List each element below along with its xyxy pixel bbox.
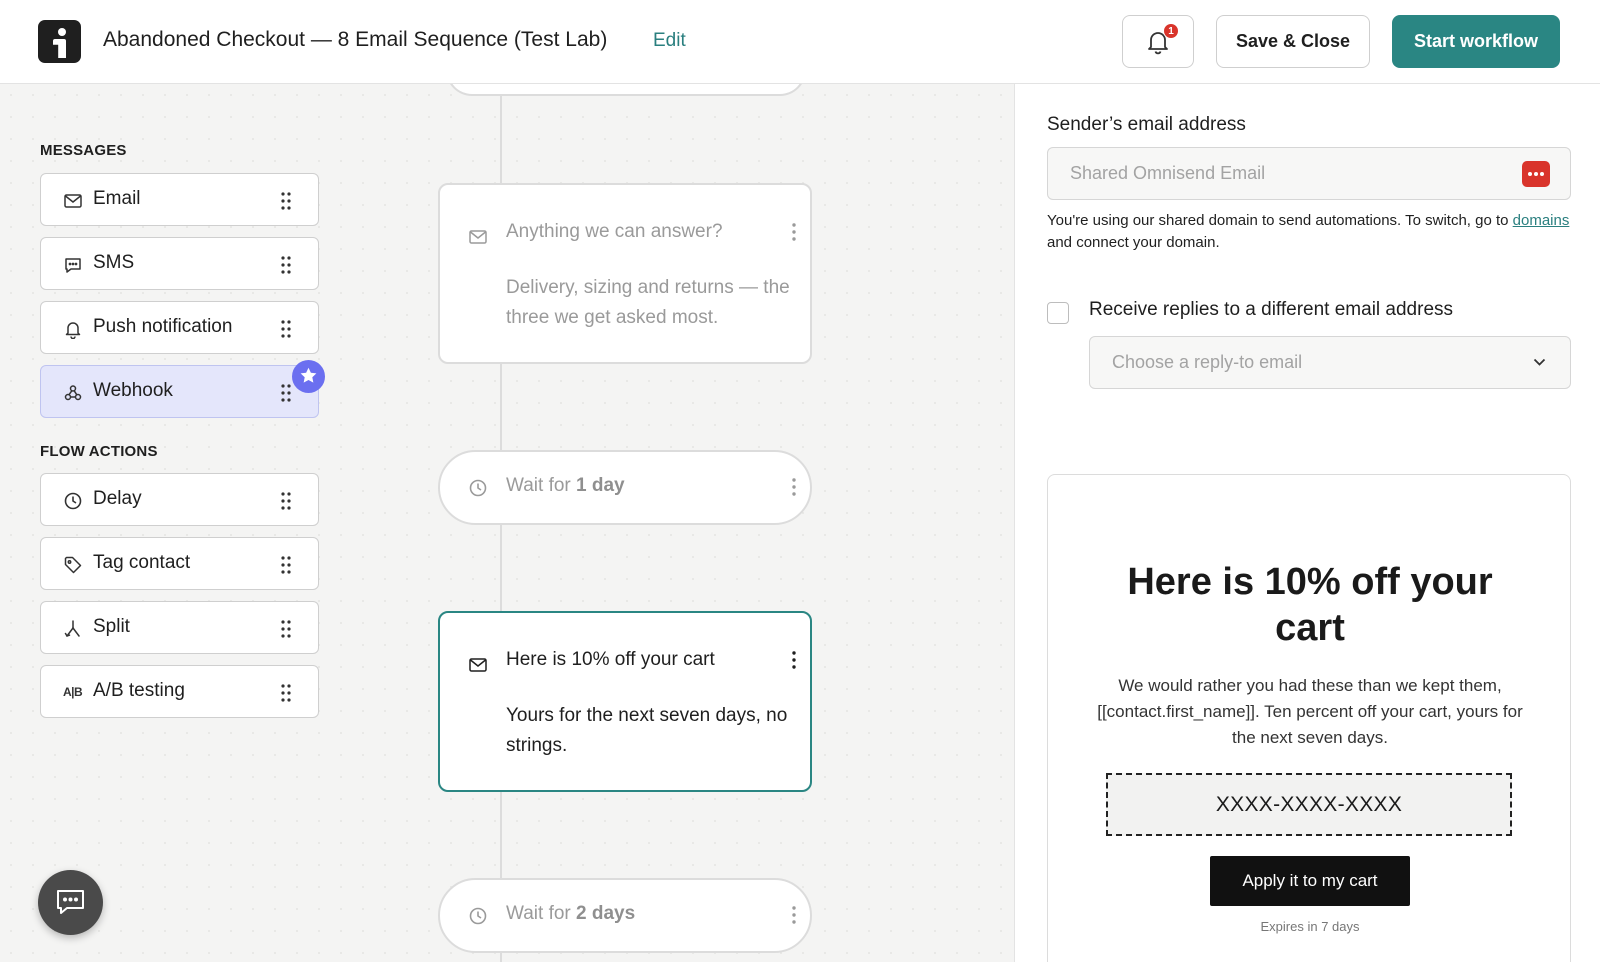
mail-icon xyxy=(469,658,487,672)
notifications-button[interactable]: 1 xyxy=(1122,15,1194,68)
drag-handle-icon[interactable] xyxy=(280,383,292,403)
top-bar: Abandoned Checkout — 8 Email Sequence (T… xyxy=(0,0,1600,84)
chat-support-button[interactable] xyxy=(38,870,103,935)
omnisend-logo-icon[interactable] xyxy=(38,20,81,63)
notification-count-badge: 1 xyxy=(1163,23,1179,39)
tag-icon xyxy=(64,556,82,574)
drag-handle-icon[interactable] xyxy=(280,191,292,211)
kebab-menu-icon[interactable] xyxy=(792,478,796,496)
palette-item-label: Email xyxy=(93,188,141,209)
sender-email-field[interactable]: Shared Omnisend Email xyxy=(1047,147,1571,200)
mail-icon xyxy=(64,194,82,208)
palette-item-delay[interactable]: Delay xyxy=(40,473,319,526)
email-node-body: Yours for the next seven days, no string… xyxy=(506,705,788,756)
drag-handle-icon[interactable] xyxy=(280,555,292,575)
reply-to-checkbox-label[interactable]: Receive replies to a different email add… xyxy=(1089,299,1453,321)
chat-icon xyxy=(57,890,84,914)
start-workflow-button[interactable]: Start workflow xyxy=(1392,15,1560,68)
edit-title-link[interactable]: Edit xyxy=(653,30,686,52)
clock-icon xyxy=(469,907,487,925)
sms-icon xyxy=(65,258,81,273)
reply-to-select[interactable]: Choose a reply-to email xyxy=(1089,336,1571,389)
shared-domain-help-text: You're using our shared domain to send a… xyxy=(1047,212,1570,251)
kebab-menu-icon[interactable] xyxy=(792,906,796,924)
flow-actions-section-label: FLOW ACTIONS xyxy=(40,443,158,460)
drag-handle-icon[interactable] xyxy=(280,619,292,639)
mail-icon xyxy=(469,230,487,244)
split-icon xyxy=(64,620,80,637)
palette-item-split[interactable]: Split xyxy=(40,601,319,654)
palette-item-sms[interactable]: SMS xyxy=(40,237,319,290)
premium-star-badge xyxy=(292,360,325,393)
webhook-icon xyxy=(64,385,82,401)
preview-heading: Here is 10% off your cart xyxy=(1127,561,1493,649)
apply-to-cart-button[interactable]: Apply it to my cart xyxy=(1210,856,1410,906)
palette-item-push-notification[interactable]: Push notification xyxy=(40,301,319,354)
email-node[interactable]: Anything we can answer? Delivery, sizing… xyxy=(438,183,812,364)
delay-node[interactable]: Wait for 2 days xyxy=(438,878,812,953)
palette-item-label: Tag contact xyxy=(93,552,191,573)
expiry-note: Expires in 7 days xyxy=(1260,919,1360,934)
workflow-title: Abandoned Checkout — 8 Email Sequence (T… xyxy=(103,28,608,51)
palette-item-label: Split xyxy=(93,616,130,637)
discount-code-box: XXXX-XXXX-XXXX xyxy=(1106,773,1512,836)
palette-item-tag-contact[interactable]: Tag contact xyxy=(40,537,319,590)
clock-icon xyxy=(64,492,82,510)
clock-icon xyxy=(469,479,487,497)
messages-section-label: MESSAGES xyxy=(40,142,127,159)
email-settings-panel: Sender’s email address Shared Omnisend E… xyxy=(1014,84,1600,962)
palette-item-webhook[interactable]: Webhook xyxy=(40,365,319,418)
reply-to-placeholder: Choose a reply-to email xyxy=(1112,352,1303,372)
star-icon xyxy=(300,367,317,383)
palette-item-label: A/B testing xyxy=(93,680,185,701)
bell-icon xyxy=(65,322,81,339)
drag-handle-icon[interactable] xyxy=(280,683,292,703)
email-node-body: Delivery, sizing and returns — the three… xyxy=(506,277,790,328)
sender-email-placeholder: Shared Omnisend Email xyxy=(1070,163,1266,183)
drag-handle-icon[interactable] xyxy=(280,255,292,275)
email-preview: Here is 10% off your cart We would rathe… xyxy=(1047,474,1571,962)
kebab-menu-icon[interactable] xyxy=(792,651,796,669)
more-options-icon[interactable] xyxy=(1522,161,1550,187)
sender-email-label: Sender’s email address xyxy=(1047,114,1246,135)
preview-body-text: We would rather you had these than we ke… xyxy=(1097,676,1523,747)
kebab-menu-icon[interactable] xyxy=(792,223,796,241)
palette-item-label: Push notification xyxy=(93,316,233,337)
delay-node-text: Wait for 1 day xyxy=(506,475,625,496)
palette-item-label: Webhook xyxy=(93,380,173,401)
delay-node-text: Wait for 2 days xyxy=(506,903,636,924)
reply-to-checkbox[interactable] xyxy=(1047,302,1069,324)
chevron-down-icon xyxy=(1533,358,1546,366)
drag-handle-icon[interactable] xyxy=(280,319,292,339)
domains-link[interactable]: domains xyxy=(1513,212,1570,229)
delay-node[interactable]: Wait for 1 day xyxy=(438,450,812,525)
drag-handle-icon[interactable] xyxy=(280,491,292,511)
email-node-selected[interactable]: Here is 10% off your cart Yours for the … xyxy=(438,611,812,792)
palette-item-ab-testing[interactable]: A|B A/B testing xyxy=(40,665,319,718)
ab-icon: A|B xyxy=(63,685,83,699)
palette-item-label: SMS xyxy=(93,252,135,273)
email-node-title: Here is 10% off your cart xyxy=(506,649,715,670)
save-close-button[interactable]: Save & Close xyxy=(1216,15,1370,68)
palette-item-email[interactable]: Email xyxy=(40,173,319,226)
email-node-title: Anything we can answer? xyxy=(506,221,723,242)
palette-item-label: Delay xyxy=(93,488,142,509)
